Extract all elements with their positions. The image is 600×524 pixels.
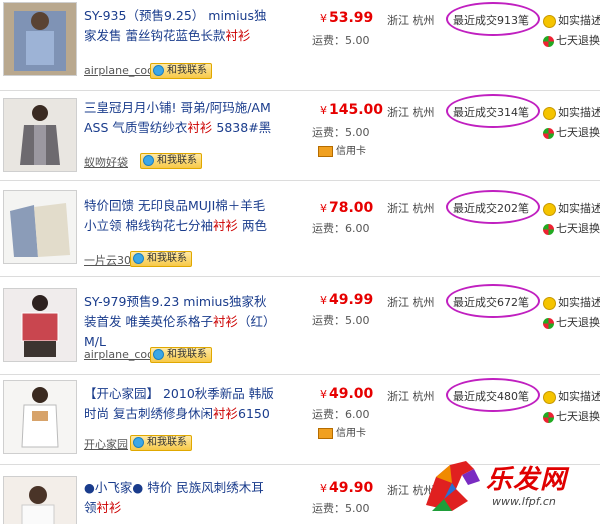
product-title-link[interactable]: ●小飞家● 特价 民族风刺绣木耳领衬衫 (84, 478, 276, 518)
price: ¥49.00 (320, 386, 374, 402)
as-described-icon (543, 14, 556, 28)
contact-seller-button[interactable]: 和我联系 (150, 63, 212, 79)
product-thumbnail[interactable] (3, 288, 77, 362)
listing-row[interactable]: 【开心家园】 2010秋季新品 韩版时尚 复古刺绣修身休闲衬衫6150 开心家园… (0, 374, 600, 465)
listing-row[interactable]: SY-979预售9.23 mimius独家秋装首发 唯美英伦系格子衬衫（红）M/… (0, 276, 600, 375)
seller-link[interactable]: 蚁吻好袋 (84, 154, 128, 170)
product-thumbnail[interactable] (3, 380, 77, 454)
recent-sales: 最近成交480笔 (453, 390, 529, 403)
shipping-fee: 运费：5.00 (312, 502, 370, 515)
shipping-fee: 运费：5.00 (312, 126, 370, 139)
chat-icon (153, 349, 164, 360)
shipping-fee: 运费：5.00 (312, 34, 370, 47)
as-described-badge[interactable]: 如实描述 (543, 388, 600, 404)
seven-day-return-badge[interactable]: 七天退换 (543, 124, 600, 140)
location: 浙江 杭州 (387, 14, 435, 27)
seven-day-return-badge[interactable]: 七天退换 (543, 32, 600, 48)
listing-row[interactable]: 特价回馈 无印良品MUJI棉＋羊毛小立领 棉线钩花七分袖衬衫 两色 一片云300… (0, 180, 600, 277)
product-title-link[interactable]: 特价回馈 无印良品MUJI棉＋羊毛小立领 棉线钩花七分袖衬衫 两色 (84, 196, 276, 236)
return-icon (543, 127, 554, 139)
contact-seller-button[interactable]: 和我联系 (130, 435, 192, 451)
product-thumbnail[interactable] (3, 2, 77, 76)
chat-icon (133, 437, 144, 448)
return-icon (543, 317, 554, 329)
credit-card-icon (318, 427, 333, 439)
listing-row[interactable]: SY-935（预售9.25） mimius独家发售 蕾丝钩花蓝色长款衬衫 air… (0, 0, 600, 91)
as-described-icon (543, 296, 556, 310)
price: ¥145.00 (320, 102, 384, 118)
product-title-link[interactable]: 三皇冠月月小铺! 哥弟/阿玛施/AMASS 气质雪纺纱衣衬衫 5838#黑 (84, 98, 276, 138)
product-thumbnail[interactable] (3, 190, 77, 264)
product-title-link[interactable]: 【开心家园】 2010秋季新品 韩版时尚 复古刺绣修身休闲衬衫6150 (84, 384, 276, 424)
as-described-icon (543, 390, 556, 404)
seven-day-return-badge[interactable]: 七天退换 (543, 220, 600, 236)
seven-day-return-badge[interactable]: 七天退换 (543, 314, 600, 330)
product-thumbnail[interactable] (3, 476, 77, 524)
as-described-icon (543, 202, 556, 216)
location: 浙江 杭州 (387, 296, 435, 309)
price: ¥53.99 (320, 10, 374, 26)
credit-card-icon (318, 145, 333, 157)
recent-sales: 最近成交913笔 (453, 14, 529, 27)
chat-icon (153, 65, 164, 76)
chat-icon (133, 253, 144, 264)
contact-seller-button[interactable]: 和我联系 (140, 153, 202, 169)
watermark-name: 乐发网 (486, 465, 568, 495)
location: 浙江 杭州 (387, 202, 435, 215)
chat-icon (143, 155, 154, 166)
contact-seller-button[interactable]: 和我联系 (150, 347, 212, 363)
as-described-badge[interactable]: 如实描述 (543, 104, 600, 120)
watermark-horse-icon (426, 461, 480, 511)
watermark-logo: 乐发网 www.lfpf.cn (422, 455, 594, 519)
price: ¥49.90 (320, 480, 374, 496)
seller-link[interactable]: 开心家园 (84, 436, 128, 452)
product-title-link[interactable]: SY-979预售9.23 mimius独家秋装首发 唯美英伦系格子衬衫（红）M/… (84, 292, 276, 352)
location: 浙江 杭州 (387, 390, 435, 403)
credit-card-badge: 信用卡 (318, 424, 366, 439)
shipping-fee: 运费：6.00 (312, 408, 370, 421)
recent-sales: 最近成交314笔 (453, 106, 529, 119)
as-described-icon (543, 106, 556, 120)
recent-sales: 最近成交672笔 (453, 296, 529, 309)
contact-seller-button[interactable]: 和我联系 (130, 251, 192, 267)
return-icon (543, 35, 554, 47)
as-described-badge[interactable]: 如实描述 (543, 12, 600, 28)
listing-row[interactable]: 三皇冠月月小铺! 哥弟/阿玛施/AMASS 气质雪纺纱衣衬衫 5838#黑 蚁吻… (0, 90, 600, 181)
as-described-badge[interactable]: 如实描述 (543, 200, 600, 216)
product-title-link[interactable]: SY-935（预售9.25） mimius独家发售 蕾丝钩花蓝色长款衬衫 (84, 6, 276, 46)
price: ¥78.00 (320, 200, 374, 216)
location: 浙江 杭州 (387, 106, 435, 119)
shipping-fee: 运费：6.00 (312, 222, 370, 235)
return-icon (543, 223, 554, 235)
seven-day-return-badge[interactable]: 七天退换 (543, 408, 600, 424)
recent-sales: 最近成交202笔 (453, 202, 529, 215)
watermark-url: www.lfpf.cn (492, 495, 556, 508)
price: ¥49.99 (320, 292, 374, 308)
as-described-badge[interactable]: 如实描述 (543, 294, 600, 310)
return-icon (543, 411, 554, 423)
product-thumbnail[interactable] (3, 98, 77, 172)
shipping-fee: 运费：5.00 (312, 314, 370, 327)
credit-card-badge: 信用卡 (318, 142, 366, 157)
